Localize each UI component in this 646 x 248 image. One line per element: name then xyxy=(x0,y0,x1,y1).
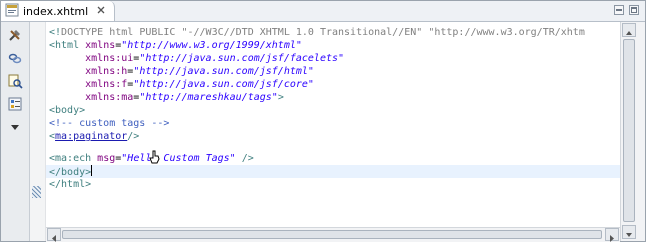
overview-ruler xyxy=(637,22,645,241)
vertical-scroll-thumb[interactable] xyxy=(623,39,635,222)
code-line-4: xmlns:h="http://java.sun.com/jsf/html" xyxy=(85,66,314,77)
current-line-highlight xyxy=(46,165,620,178)
window-controls xyxy=(614,5,639,15)
hand-pointer-icon xyxy=(148,149,162,168)
scroll-right-icon[interactable] xyxy=(605,228,619,242)
horizontal-scroll-thumb[interactable] xyxy=(62,230,602,239)
tab-bar: index.xhtml xyxy=(1,1,645,22)
code-line-11: </body> xyxy=(49,165,93,178)
code-line-3: xmlns:ui="http://java.sun.com/jsf/facele… xyxy=(85,53,345,64)
properties-icon[interactable] xyxy=(5,95,25,113)
code-line-8: <!-- custom tags --> xyxy=(49,118,170,129)
tools-icon[interactable] xyxy=(5,26,25,44)
left-toolbar xyxy=(1,22,30,241)
minimize-icon[interactable] xyxy=(614,5,624,15)
change-marker-icon xyxy=(32,186,41,198)
xhtml-file-icon xyxy=(5,3,23,20)
code-line-9: <ma:paginator/> xyxy=(49,131,140,142)
link-icon[interactable] xyxy=(5,49,25,67)
scroll-left-icon[interactable] xyxy=(47,228,61,242)
code-line-12: </html> xyxy=(49,179,92,190)
vertical-scrollbar[interactable] xyxy=(620,22,637,241)
code-line-6: xmlns:ma="http://mareshkau/tags"> xyxy=(85,92,284,103)
code-line-5: xmlns:f="http://java.sun.com/jsf/core" xyxy=(85,79,314,90)
text-caret xyxy=(91,165,93,176)
tab-index-xhtml[interactable]: index.xhtml xyxy=(1,1,116,21)
close-x-icon[interactable] xyxy=(88,5,106,18)
code-editor[interactable]: <!DOCTYPE html PUBLIC "-//W3C//DTD XHTML… xyxy=(46,22,620,227)
tab-title: index.xhtml xyxy=(23,4,89,18)
custom-tag-link[interactable]: ma:paginator xyxy=(55,131,127,142)
scroll-down-icon[interactable] xyxy=(622,225,636,239)
code-line-1: <!DOCTYPE html PUBLIC "-//W3C//DTD XHTML… xyxy=(49,27,585,38)
search-page-icon[interactable] xyxy=(5,72,25,90)
line-ruler xyxy=(30,22,46,241)
maximize-icon[interactable] xyxy=(629,5,639,15)
horizontal-scrollbar[interactable] xyxy=(46,227,620,242)
code-line-7: <body> xyxy=(49,105,86,116)
editor-window: index.xhtml <!DOCTYPE html PUBLIC "-//W3… xyxy=(0,0,646,242)
code-line-2: <html xmlns="http://www.w3.org/1999/xhtm… xyxy=(49,40,302,51)
scroll-up-icon[interactable] xyxy=(622,23,636,37)
dropdown-arrow-icon[interactable] xyxy=(5,118,25,136)
